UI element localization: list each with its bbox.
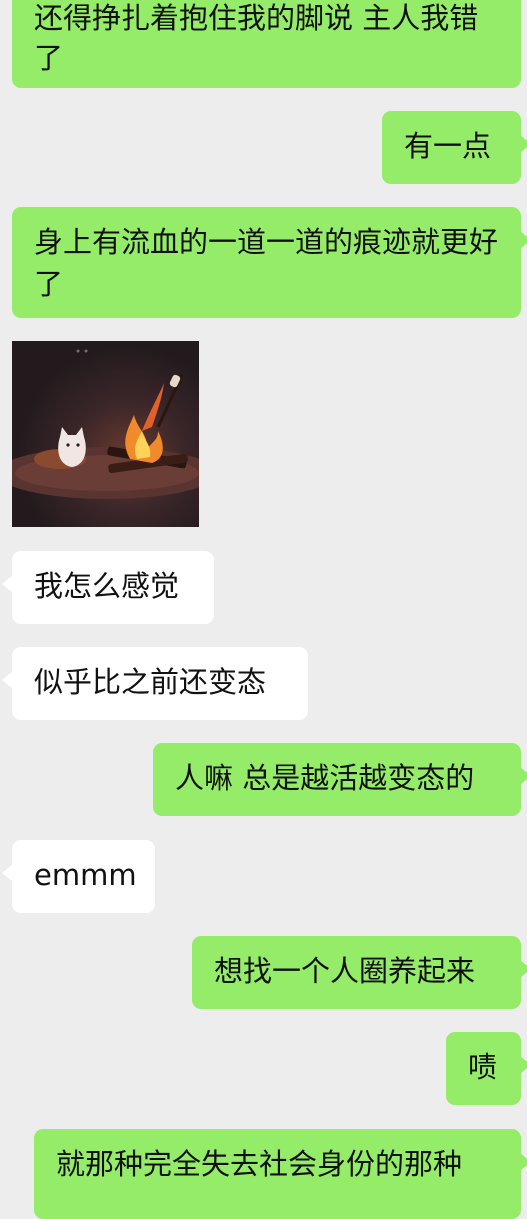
message-text: 似乎比之前还变态: [34, 665, 267, 699]
message-bubble-sent[interactable]: 啧: [446, 1032, 527, 1105]
message-bubble-received[interactable]: emmm: [2, 840, 155, 913]
chat-message-list[interactable]: 还得挣扎着抱住我的脚说 主人我错了 有一点 身上有流血的一道一道的痕迹就更好了: [0, 0, 527, 1219]
message-bubble-sent[interactable]: 想找一个人圈养起来: [192, 936, 527, 1009]
message-text: 还得挣扎着抱住我的脚说 主人我错了: [34, 1, 479, 75]
message-text: 我怎么感觉: [34, 569, 180, 603]
campfire-cat-sticker[interactable]: [12, 341, 199, 527]
campfire-scene-icon: [12, 341, 199, 527]
message-bubble-sent[interactable]: 还得挣扎着抱住我的脚说 主人我错了: [12, 0, 521, 88]
message-text: 人嘛 总是越活越变态的: [175, 761, 475, 795]
message-bubble-sent[interactable]: 人嘛 总是越活越变态的: [153, 743, 527, 816]
message-text: 身上有流血的一道一道的痕迹就更好了: [34, 225, 499, 301]
message-text: 啧: [468, 1050, 498, 1084]
message-bubble-received[interactable]: 似乎比之前还变态: [2, 647, 308, 720]
message-bubble-received[interactable]: 我怎么感觉: [2, 551, 214, 624]
message-bubble-sent[interactable]: 就那种完全失去社会身份的那种: [34, 1129, 527, 1219]
message-text: 就那种完全失去社会身份的那种: [56, 1147, 463, 1181]
message-bubble-sent[interactable]: 有一点: [382, 111, 527, 184]
message-text: emmm: [34, 858, 137, 892]
message-bubble-sent[interactable]: 身上有流血的一道一道的痕迹就更好了: [12, 207, 527, 318]
message-text: 想找一个人圈养起来: [214, 954, 476, 988]
message-text: 有一点: [404, 129, 492, 163]
